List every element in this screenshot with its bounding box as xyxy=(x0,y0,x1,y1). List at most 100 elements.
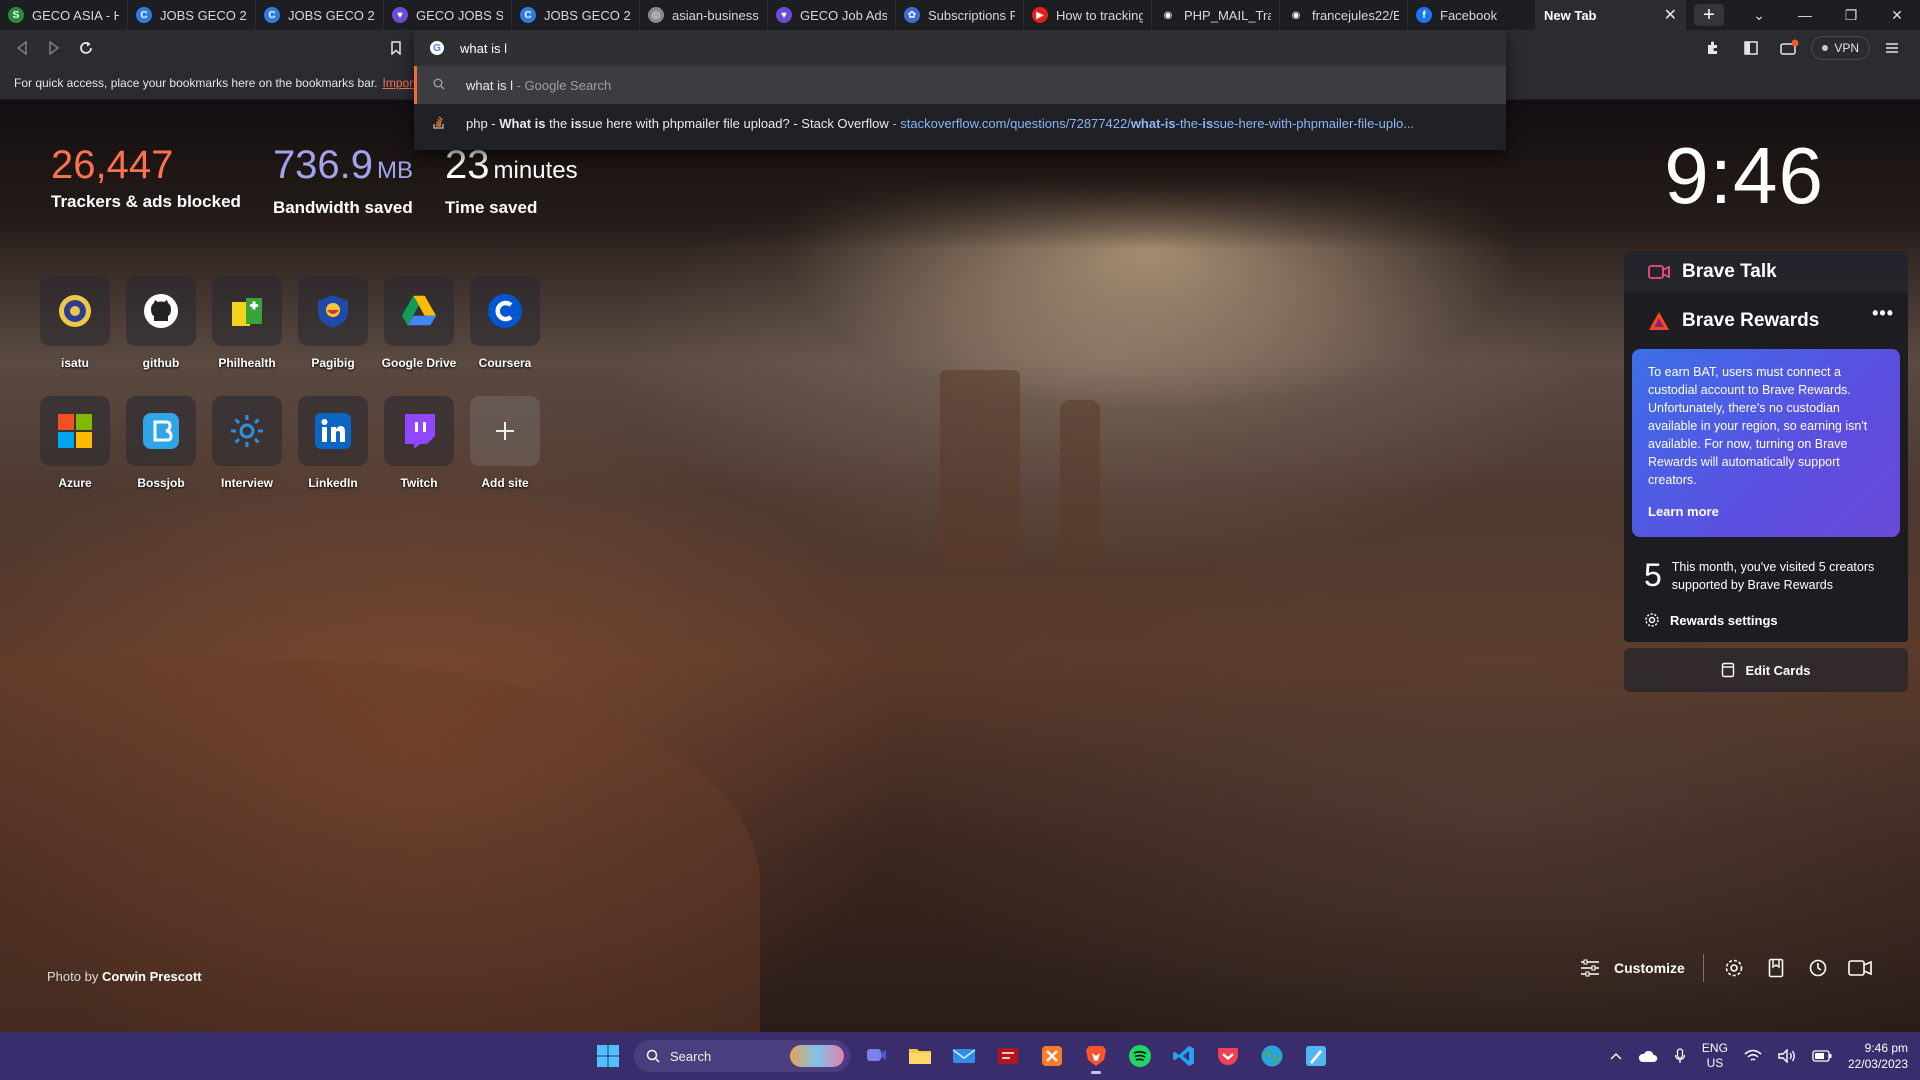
tab-3[interactable]: ♥ GECO JOBS SQ E xyxy=(384,0,512,30)
top-site-tile[interactable] xyxy=(384,396,454,466)
wifi-icon[interactable] xyxy=(1744,1049,1762,1063)
vpn-button[interactable]: VPN xyxy=(1811,36,1870,60)
taskbar-search[interactable]: Search xyxy=(634,1040,850,1072)
vscode-app[interactable] xyxy=(1166,1038,1202,1074)
top-site-tile[interactable] xyxy=(298,276,368,346)
import-bookmarks-link[interactable]: Import xyxy=(383,76,417,90)
language-indicator[interactable]: ENG US xyxy=(1702,1041,1728,1071)
clock-date[interactable]: 9:46 pm 22/03/2023 xyxy=(1848,1040,1908,1072)
new-tab-button[interactable]: + xyxy=(1694,4,1724,26)
tab-4[interactable]: C JOBS GECO 2022 xyxy=(512,0,640,30)
minimize-button[interactable]: — xyxy=(1782,7,1828,23)
tab-label: JOBS GECO 2022 xyxy=(288,7,375,23)
brave-talk-button[interactable] xyxy=(1847,956,1872,980)
tab-search-dropdown-icon[interactable]: ⌄ xyxy=(1736,7,1782,24)
top-site-tile[interactable] xyxy=(40,276,110,346)
top-site-github[interactable]: github xyxy=(126,276,196,370)
window-controls: ⌄ — ❐ ✕ xyxy=(1736,0,1920,30)
brave-browser-app[interactable] xyxy=(1078,1038,1114,1074)
top-site-tile[interactable] xyxy=(298,396,368,466)
xampp-icon xyxy=(1042,1046,1062,1066)
brave-talk-card[interactable]: Brave Talk xyxy=(1624,251,1908,293)
settings-button[interactable] xyxy=(1722,956,1746,980)
top-site-tile[interactable] xyxy=(212,396,282,466)
back-button[interactable] xyxy=(6,34,38,62)
learn-more-link[interactable]: Learn more xyxy=(1648,503,1719,521)
top-site-google-drive[interactable]: Google Drive xyxy=(382,276,456,370)
top-site-interview[interactable]: Interview xyxy=(212,396,282,490)
battery-icon[interactable] xyxy=(1812,1050,1832,1062)
photo-author-link[interactable]: Corwin Prescott xyxy=(102,969,202,984)
microphone-icon[interactable] xyxy=(1674,1048,1686,1064)
tab-2[interactable]: C JOBS GECO 2022 xyxy=(256,0,384,30)
speaker-icon[interactable] xyxy=(1778,1049,1796,1063)
address-bar[interactable]: G what is l xyxy=(414,30,1506,66)
tab-label: GECO Job Ads - xyxy=(800,7,887,23)
onedrive-cloud-icon[interactable] xyxy=(1638,1049,1658,1063)
tab-0[interactable]: S GECO ASIA - Hom xyxy=(0,0,128,30)
tab-9[interactable]: ◉ PHP_MAIL_Track xyxy=(1152,0,1280,30)
omnibox: G what is l what is l - Google Search ph… xyxy=(414,30,1506,150)
start-button[interactable] xyxy=(590,1038,626,1074)
forward-button[interactable] xyxy=(38,34,70,62)
top-site-coursera[interactable]: Coursera xyxy=(470,276,540,370)
tab-5[interactable]: ◎ asian-businessw xyxy=(640,0,768,30)
bookmark-page-button[interactable] xyxy=(380,34,412,62)
top-site-azure[interactable]: Azure xyxy=(40,396,110,490)
top-site-tile[interactable] xyxy=(470,276,540,346)
top-site-tile[interactable] xyxy=(384,276,454,346)
top-site-tile[interactable] xyxy=(126,396,196,466)
paint-app[interactable] xyxy=(1298,1038,1334,1074)
tab-new-tab[interactable]: New Tab ✕ xyxy=(1536,0,1686,30)
wallet-button[interactable] xyxy=(1773,34,1805,62)
close-window-button[interactable]: ✕ xyxy=(1874,7,1920,24)
top-site-bossjob[interactable]: Bossjob xyxy=(126,396,196,490)
top-site-linkedin[interactable]: LinkedIn xyxy=(298,396,368,490)
omnibox-suggestion-history[interactable]: php - What is the issue here with phpmai… xyxy=(414,104,1506,142)
spotify-app[interactable] xyxy=(1122,1038,1158,1074)
file-explorer-app[interactable] xyxy=(902,1038,938,1074)
top-site-tile[interactable] xyxy=(40,396,110,466)
customize-button[interactable]: Customize xyxy=(1580,959,1685,977)
chevron-up-icon[interactable] xyxy=(1610,1052,1622,1060)
tab-8[interactable]: ▶ How to tracking xyxy=(1024,0,1152,30)
xampp-app[interactable] xyxy=(1034,1038,1070,1074)
top-site-label: github xyxy=(142,356,180,370)
reload-button[interactable] xyxy=(70,34,102,62)
stackoverflow-icon xyxy=(432,115,446,132)
address-input-value[interactable]: what is l xyxy=(460,41,507,56)
history-button[interactable] xyxy=(1806,956,1830,980)
top-site-pagibig[interactable]: Pagibig xyxy=(298,276,368,370)
forward-arrow-icon xyxy=(49,41,60,55)
earth-app[interactable] xyxy=(1254,1038,1290,1074)
menu-button[interactable] xyxy=(1876,34,1908,62)
top-site-isatu[interactable]: isatu xyxy=(40,276,110,370)
top-site-philhealth[interactable]: Philhealth xyxy=(212,276,282,370)
filezilla-app[interactable] xyxy=(990,1038,1026,1074)
pocket-app[interactable] xyxy=(1210,1038,1246,1074)
tab-6[interactable]: ♥ GECO Job Ads - xyxy=(768,0,896,30)
top-site-add-site[interactable]: Add site xyxy=(470,396,540,490)
tab-1[interactable]: C JOBS GECO 2022 xyxy=(128,0,256,30)
edit-cards-button[interactable]: Edit Cards xyxy=(1624,648,1908,692)
top-site-tile[interactable] xyxy=(212,276,282,346)
mail-app[interactable] xyxy=(946,1038,982,1074)
omnibox-suggestion-search[interactable]: what is l - Google Search xyxy=(414,66,1506,104)
more-options-icon[interactable]: ••• xyxy=(1872,303,1894,324)
sidebar-icon xyxy=(1744,41,1759,55)
tab-11[interactable]: f Facebook xyxy=(1408,0,1536,30)
teams-chat-app[interactable] xyxy=(858,1038,894,1074)
top-site-tile[interactable] xyxy=(470,396,540,466)
toolbar-right: VPN xyxy=(1697,30,1920,66)
bookmarks-button[interactable] xyxy=(1764,956,1788,980)
sidebar-button[interactable] xyxy=(1735,34,1767,62)
extensions-button[interactable] xyxy=(1697,34,1729,62)
system-tray: ENG US 9:46 pm 22/03/2023 xyxy=(1610,1032,1908,1080)
top-site-tile[interactable] xyxy=(126,276,196,346)
tab-7[interactable]: ✿ Subscriptions Pla xyxy=(896,0,1024,30)
rewards-settings-link[interactable]: Rewards settings xyxy=(1624,594,1908,628)
restore-button[interactable]: ❐ xyxy=(1828,7,1874,24)
top-site-twitch[interactable]: Twitch xyxy=(384,396,454,490)
tab-10[interactable]: ◉ francejules22/Er xyxy=(1280,0,1408,30)
close-tab-icon[interactable]: ✕ xyxy=(1664,5,1677,25)
